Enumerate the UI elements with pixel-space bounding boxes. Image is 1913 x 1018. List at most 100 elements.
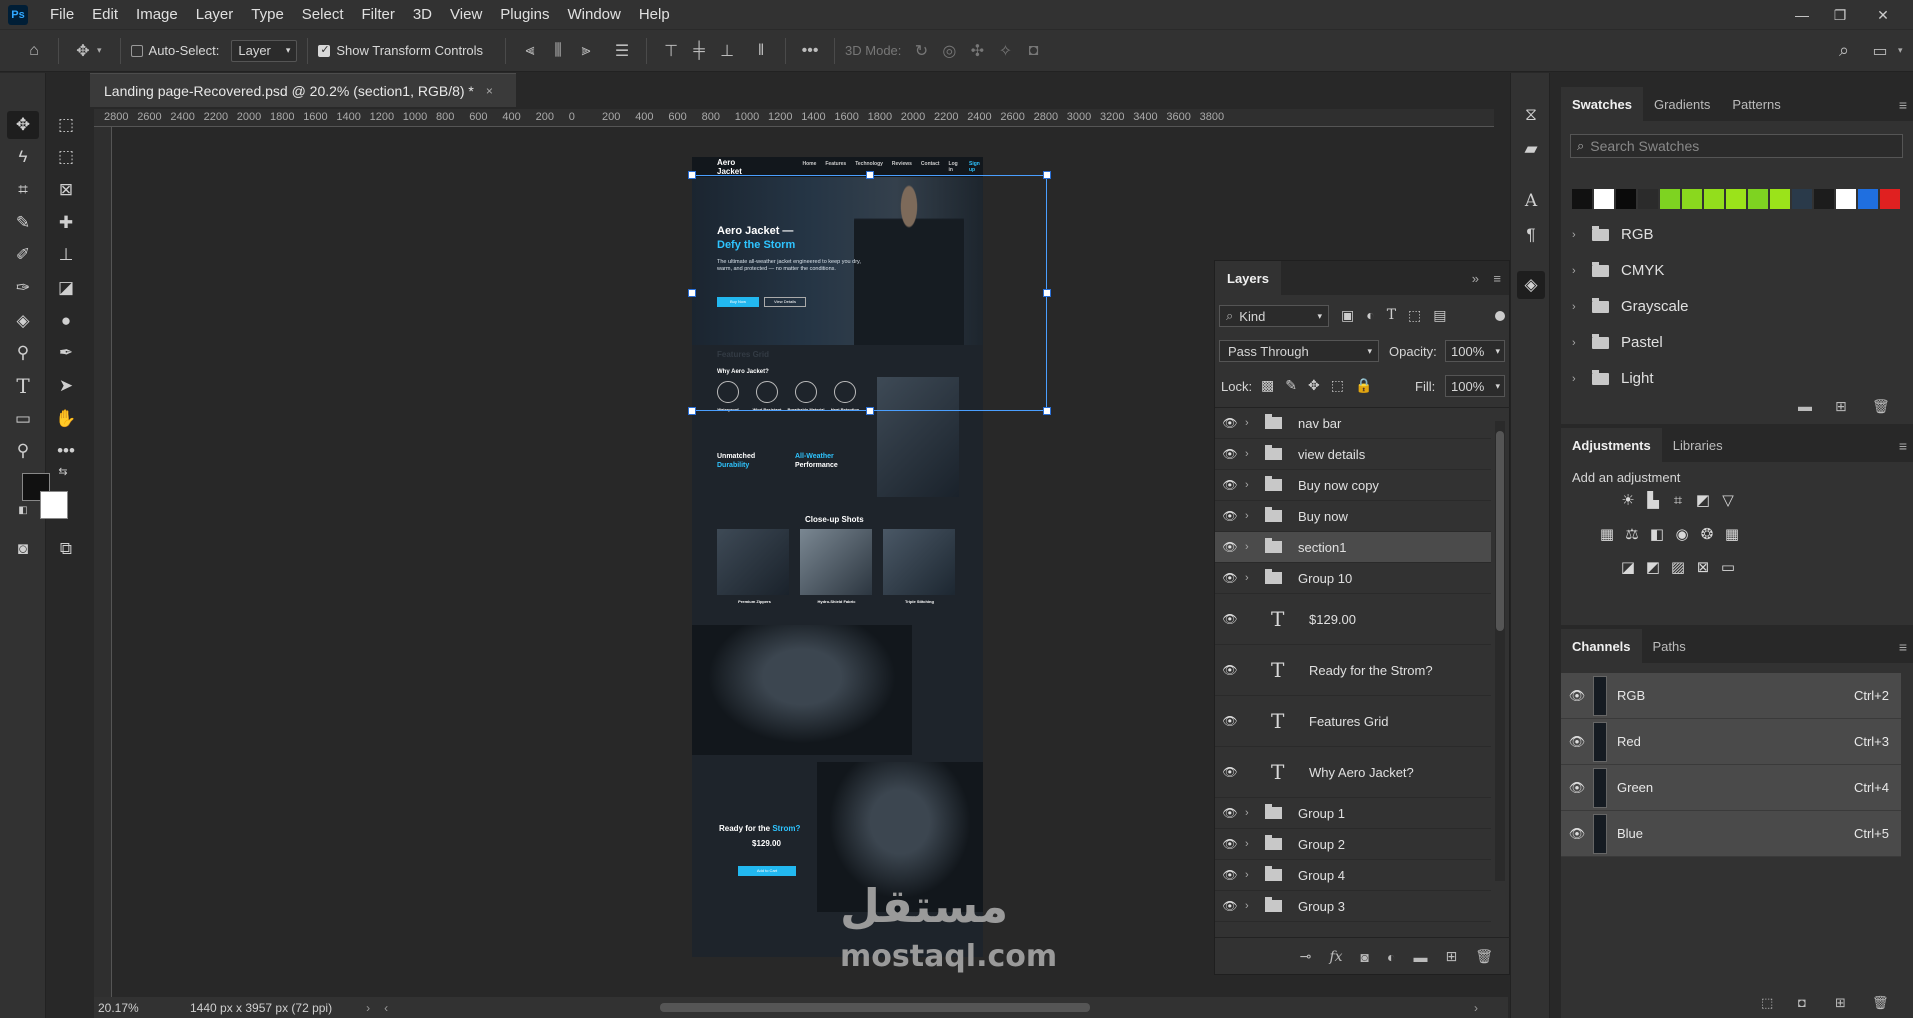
auto-select-checkbox[interactable] (130, 44, 143, 57)
move-tool-icon[interactable]: ✥ (69, 37, 97, 65)
gradient-map-icon[interactable]: ▭ (1718, 558, 1738, 576)
comments-icon[interactable]: ▰ (1517, 135, 1545, 163)
channel-row[interactable]: 👁 RGB Ctrl+2 (1561, 673, 1901, 719)
search-swatches-field[interactable]: ⌕ Search Swatches (1570, 134, 1903, 158)
swap-colors-icon[interactable]: ⇆ (55, 463, 71, 479)
channel-row[interactable]: 👁 Red Ctrl+3 (1561, 719, 1901, 765)
show-transform-checkbox[interactable] (318, 43, 331, 57)
eraser-tool-icon[interactable]: ◪ (50, 274, 82, 302)
layer-row[interactable]: 👁 › Buy now (1215, 501, 1491, 532)
layer-row[interactable]: 👁 › Group 10 (1215, 563, 1491, 594)
layers-scrollbar[interactable] (1495, 421, 1505, 881)
adjustment-layer-icon[interactable]: ◐ (1387, 949, 1395, 965)
photo-filter-icon[interactable]: ◉ (1672, 525, 1692, 543)
eye-icon[interactable]: 👁 (1567, 780, 1587, 796)
color-swatch[interactable] (1660, 189, 1680, 209)
pixel-filter-icon[interactable]: ▣ (1341, 307, 1354, 324)
color-swatch[interactable] (1638, 189, 1658, 209)
transform-handle[interactable] (688, 171, 696, 179)
eye-icon[interactable]: 👁 (1215, 571, 1245, 585)
distribute-vertical-icon[interactable]: ‖ (747, 37, 775, 65)
lock-transparent-icon[interactable]: ▩ (1261, 377, 1274, 394)
healing-brush-icon[interactable]: ✚ (50, 209, 82, 237)
swatch-group[interactable]: › RGB (1572, 225, 1654, 243)
crop-tool-icon[interactable]: ⌗ (7, 176, 39, 204)
chevron-right-icon[interactable]: › (1245, 572, 1259, 584)
path-select-icon[interactable]: ➤ (50, 372, 82, 400)
swatch-group[interactable]: › Pastel (1572, 333, 1663, 351)
menu-3d[interactable]: 3D (404, 0, 441, 30)
color-swatch[interactable] (1814, 189, 1834, 209)
layer-row[interactable]: 👁 › Buy now copy (1215, 470, 1491, 501)
align-center-icon[interactable]: ⫼ (544, 37, 572, 65)
levels-icon[interactable]: ▙ (1643, 491, 1663, 509)
rectangle-tool-icon[interactable]: ▭ (7, 405, 39, 433)
color-lookup-icon[interactable]: ▦ (1722, 525, 1742, 543)
blend-mode-dropdown[interactable]: Pass Through ▾ (1219, 340, 1379, 362)
menu-image[interactable]: Image (127, 0, 187, 30)
tab-adjustments[interactable]: Adjustments (1561, 428, 1662, 462)
align-left-icon[interactable]: ⫷ (516, 37, 544, 65)
threshold-icon[interactable]: ▨ (1668, 558, 1688, 576)
smart-object-filter-icon[interactable]: ▤ (1433, 307, 1446, 324)
save-selection-icon[interactable]: ◘ (1798, 995, 1806, 1010)
chevron-right-icon[interactable]: › (1245, 838, 1259, 850)
eye-icon[interactable]: 👁 (1215, 899, 1245, 913)
workspace-icon[interactable]: ▭ (1866, 37, 1894, 65)
menu-type[interactable]: Type (242, 0, 293, 30)
eye-icon[interactable]: 👁 (1215, 837, 1245, 851)
swatch-group[interactable]: › Light (1572, 369, 1654, 387)
color-balance-icon[interactable]: ⚖ (1622, 525, 1642, 543)
menu-help[interactable]: Help (630, 0, 679, 30)
color-swatch[interactable] (1726, 189, 1746, 209)
layer-row[interactable]: 👁 › section1 (1215, 532, 1491, 563)
new-group-icon[interactable]: ▬ (1413, 949, 1427, 965)
background-color-swatch[interactable] (40, 491, 68, 519)
menu-select[interactable]: Select (293, 0, 353, 30)
swatch-group[interactable]: › CMYK (1572, 261, 1664, 279)
hue-saturation-icon[interactable]: ▦ (1597, 525, 1617, 543)
panel-menu-icon[interactable]: ≡ (1493, 271, 1501, 286)
pen-tool-icon[interactable]: ✒ (50, 339, 82, 367)
new-group-icon[interactable]: ▬ (1798, 398, 1812, 414)
lock-position-icon[interactable]: ✥ (1308, 377, 1320, 394)
panel-menu-icon[interactable]: ≡ (1899, 97, 1907, 113)
type-filter-icon[interactable]: T (1387, 307, 1396, 324)
distribute-icon[interactable]: ☰ (608, 37, 636, 65)
menu-plugins[interactable]: Plugins (491, 0, 558, 30)
eyedropper-tool-icon[interactable]: ✎ (7, 209, 39, 237)
eye-icon[interactable]: 👁 (1215, 663, 1245, 677)
menu-file[interactable]: File (41, 0, 83, 30)
layer-style-icon[interactable]: fx (1329, 949, 1342, 965)
curves-icon[interactable]: ⌗ (1668, 491, 1688, 509)
history-icon[interactable]: ⧖ (1517, 101, 1545, 129)
channel-mixer-icon[interactable]: ❂ (1697, 525, 1717, 543)
align-bottom-icon[interactable]: ⊥ (713, 37, 741, 65)
color-swatch[interactable] (1792, 189, 1812, 209)
lasso-tool-icon[interactable]: ϟ (7, 143, 39, 171)
color-swatch[interactable] (1858, 189, 1878, 209)
lock-artboard-icon[interactable]: ⬚ (1331, 377, 1344, 394)
tab-paths[interactable]: Paths (1642, 629, 1697, 663)
eye-icon[interactable]: 👁 (1215, 447, 1245, 461)
delete-icon[interactable]: 🗑 (1475, 948, 1493, 965)
eye-icon[interactable]: 👁 (1215, 509, 1245, 523)
layer-row[interactable]: 👁 › Group 4 (1215, 860, 1491, 891)
layer-row[interactable]: 👁 › view details (1215, 439, 1491, 470)
layer-row[interactable]: 👁 › Group 1 (1215, 798, 1491, 829)
adjustment-filter-icon[interactable]: ◐ (1366, 307, 1374, 324)
roll-3d-icon[interactable]: ◎ (935, 37, 963, 65)
eye-icon[interactable]: 👁 (1215, 714, 1245, 728)
menu-layer[interactable]: Layer (187, 0, 243, 30)
collapse-icon[interactable]: » (1472, 271, 1479, 286)
drag-3d-icon[interactable]: ✣ (963, 37, 991, 65)
transform-handle[interactable] (1043, 171, 1051, 179)
restore-icon[interactable]: ❐ (1825, 0, 1855, 30)
dodge-tool-icon[interactable]: ⚲ (7, 339, 39, 367)
default-colors-icon[interactable]: ◧ (16, 503, 30, 517)
chevron-right-icon[interactable]: › (366, 1001, 370, 1015)
hand-tool-icon[interactable]: ✋ (50, 405, 82, 433)
align-top-icon[interactable]: ⊤ (657, 37, 685, 65)
layer-row[interactable]: 👁 T Why Aero Jacket? (1215, 747, 1491, 798)
new-swatch-icon[interactable]: ⊞ (1835, 398, 1847, 415)
